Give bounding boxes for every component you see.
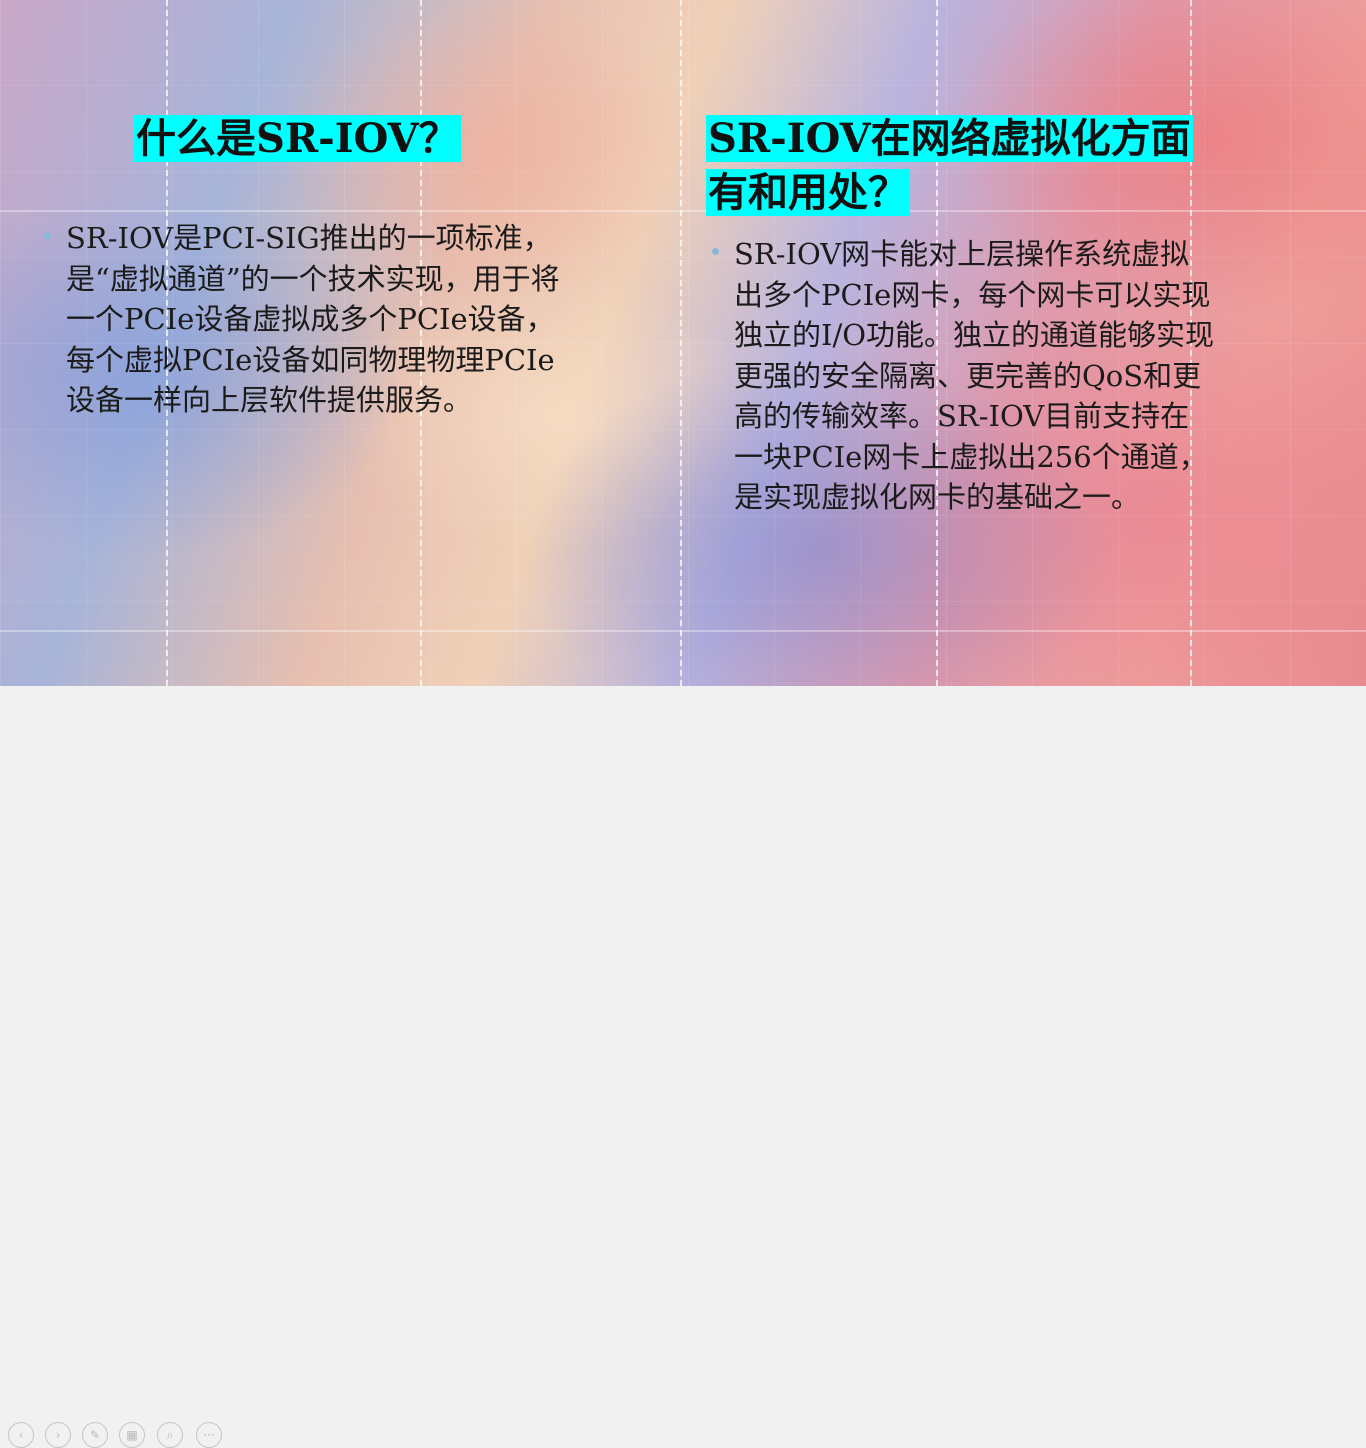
right-heading-text: SR-IOV在网络虚拟化方面有和用处？	[706, 115, 1193, 216]
right-bullet-item: SR-IOV网卡能对上层操作系统虚拟出多个PCIe网卡，每个网卡可以实现独立的I…	[708, 234, 1214, 518]
slides-grid-button[interactable]: ▦	[119, 1422, 145, 1448]
right-heading: SR-IOV在网络虚拟化方面有和用处？	[706, 112, 1206, 220]
grid-icon: ▦	[126, 1428, 138, 1442]
left-bullet-item: SR-IOV是PCI-SIG推出的一项标准，是“虚拟通道”的一个技术实现，用于将…	[40, 218, 566, 421]
next-slide-button[interactable]: ›	[45, 1422, 71, 1448]
chevron-left-icon: ‹	[18, 1428, 24, 1442]
bullet-icon	[44, 232, 51, 239]
presentation-slide: 什么是SR-IOV？ SR-IOV是PCI-SIG推出的一项标准，是“虚拟通道”…	[0, 0, 1366, 686]
slideshow-toolbar: ‹ › ✎ ▦ ⌕ ···	[0, 686, 1366, 1448]
more-options-button[interactable]: ···	[196, 1422, 222, 1448]
magnifier-icon: ⌕	[166, 1428, 174, 1442]
ellipsis-icon: ···	[203, 1428, 215, 1442]
left-heading-text: 什么是SR-IOV？	[134, 115, 461, 162]
left-heading: 什么是SR-IOV？	[134, 112, 494, 166]
decorative-line	[680, 0, 682, 686]
pen-icon: ✎	[89, 1428, 101, 1442]
left-bullet-text: SR-IOV是PCI-SIG推出的一项标准，是“虚拟通道”的一个技术实现，用于将…	[66, 221, 560, 417]
decorative-line	[0, 630, 1366, 632]
right-bullet-text: SR-IOV网卡能对上层操作系统虚拟出多个PCIe网卡，每个网卡可以实现独立的I…	[734, 237, 1215, 514]
pen-button[interactable]: ✎	[82, 1422, 108, 1448]
previous-slide-button[interactable]: ‹	[8, 1422, 34, 1448]
chevron-right-icon: ›	[55, 1428, 61, 1442]
bullet-icon	[712, 248, 719, 255]
zoom-button[interactable]: ⌕	[157, 1422, 183, 1448]
